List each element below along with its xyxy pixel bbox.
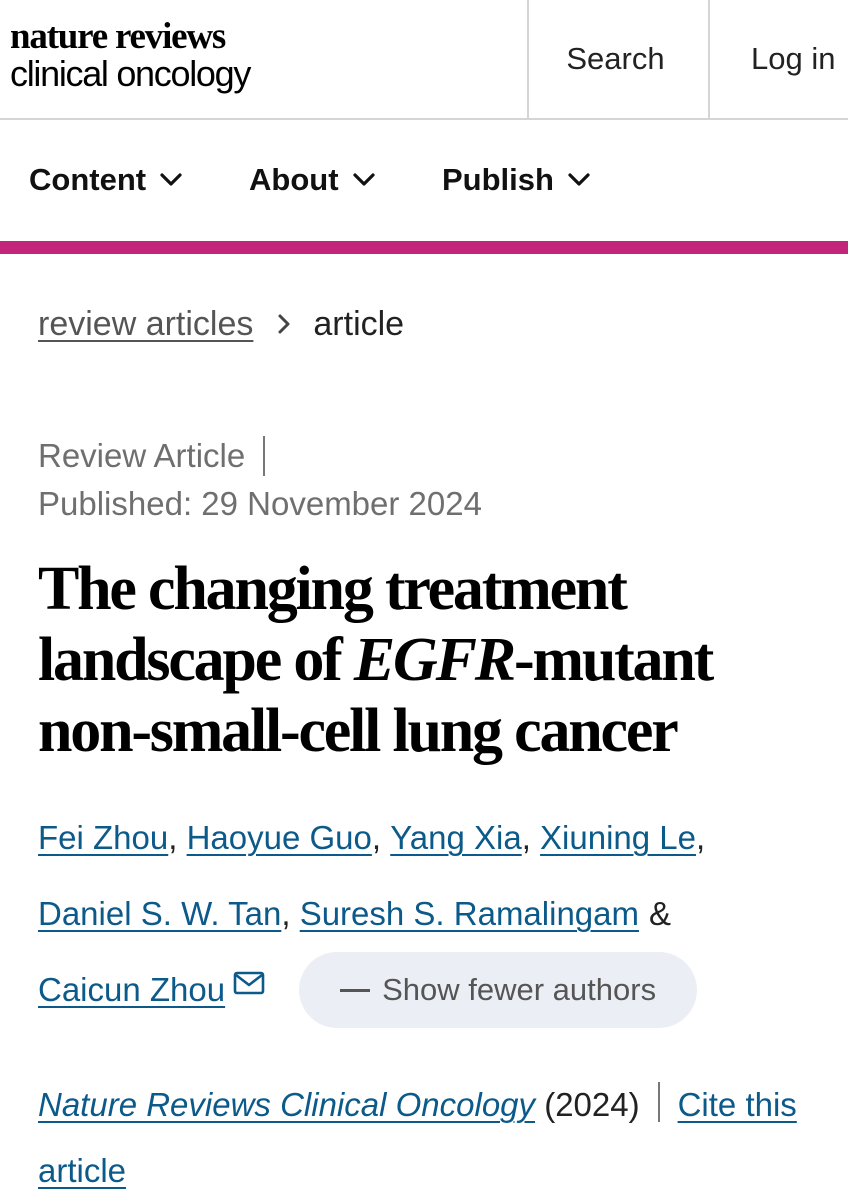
title-line-1: The changing treatment (38, 555, 628, 623)
author-separator: , (168, 819, 178, 856)
nav-publish-menu[interactable]: Publish (442, 120, 590, 240)
title-gene-name: EGFR (353, 626, 516, 694)
show-fewer-authors-button[interactable]: Show fewer authors (299, 952, 698, 1028)
logo-clinical-oncology: clinical oncology (10, 53, 251, 94)
author-link[interactable]: Caicun Zhou (38, 971, 225, 1009)
author-link[interactable]: Daniel S. W. Tan (38, 895, 281, 933)
author-separator: , (281, 895, 291, 932)
breadcrumb-current: article (313, 304, 405, 343)
article-type-label: Review Article (38, 437, 246, 474)
meta-divider (263, 436, 266, 476)
title-line-3: non-small-cell lung cancer (38, 697, 679, 765)
chevron-right-icon (277, 313, 291, 335)
author-row: Daniel S. W. Tan, Suresh S. Ramalingam & (38, 888, 671, 940)
chevron-down-icon (160, 173, 182, 186)
breadcrumb-review-articles[interactable]: review articles (38, 305, 253, 344)
author-link[interactable]: Xiuning Le (540, 819, 696, 857)
search-button[interactable]: Search (527, 0, 708, 118)
author-link[interactable]: Haoyue Guo (187, 819, 372, 857)
chevron-down-icon (568, 173, 590, 186)
title-line-2: landscape of EGFR-mutant (38, 625, 818, 696)
nav-content-label: Content (29, 162, 147, 197)
publication-year: (2024) (544, 1086, 640, 1123)
published-date: Published: 29 November 2024 (38, 485, 482, 522)
journal-link[interactable]: Nature Reviews Clinical Oncology (38, 1086, 535, 1123)
accent-divider (0, 241, 848, 254)
title-line-2-pre: landscape of (38, 626, 354, 694)
chevron-down-icon (352, 173, 375, 186)
mail-icon[interactable] (233, 965, 265, 1003)
site-header: nature reviews clinical oncology Search … (0, 0, 848, 120)
main-nav: Content About Publish (0, 120, 848, 240)
author-separator: , (371, 819, 382, 856)
author-row: Fei Zhou, Haoyue Guo, Yang Xia, Xiuning … (38, 812, 705, 864)
nav-about-menu[interactable]: About (249, 120, 375, 240)
cite-divider (657, 1082, 660, 1122)
nav-publish-label: Publish (442, 162, 554, 197)
title-line-2-post: -mutant (513, 626, 714, 694)
author-link[interactable]: Yang Xia (390, 819, 521, 857)
login-button[interactable]: Log in (708, 0, 848, 118)
author-separator: , (696, 819, 706, 856)
breadcrumb: review articles article (38, 298, 404, 350)
nav-content-menu[interactable]: Content (29, 120, 182, 240)
author-separator: , (521, 819, 531, 856)
article-title: The changing treatment landscape of EGFR… (38, 554, 818, 767)
author-link[interactable]: Suresh S. Ramalingam (300, 895, 639, 933)
citation-line: Nature Reviews Clinical Oncology (2024) C… (38, 1072, 828, 1204)
author-conjunction: & (649, 895, 672, 932)
minus-icon (340, 988, 371, 992)
show-fewer-label: Show fewer authors (382, 972, 657, 1007)
author-link[interactable]: Fei Zhou (38, 819, 168, 857)
journal-logo[interactable]: nature reviews clinical oncology (10, 16, 251, 94)
article-type: Review Article (38, 436, 266, 476)
author-row: Caicun Zhou Show fewer authors (38, 952, 698, 1028)
logo-nature-reviews: nature reviews (10, 16, 226, 57)
nav-about-label: About (249, 162, 339, 197)
